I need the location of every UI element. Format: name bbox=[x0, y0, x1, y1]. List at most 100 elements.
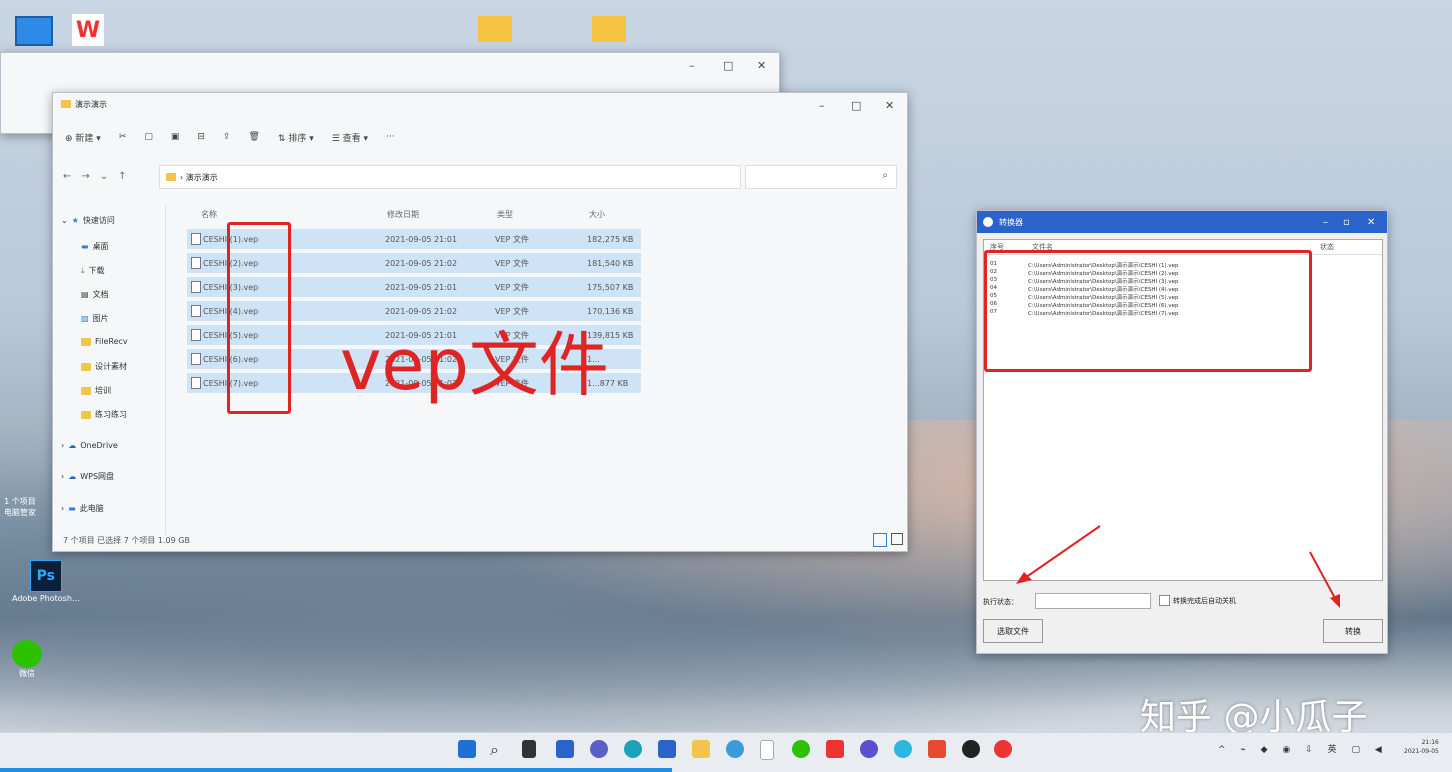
more-button[interactable]: ··· bbox=[386, 132, 395, 142]
maximize-icon[interactable]: ▫ bbox=[1343, 217, 1350, 228]
column-date[interactable]: 修改日期 bbox=[387, 209, 419, 220]
address-bar[interactable]: › 演示演示 ⌄ ↻ bbox=[159, 165, 780, 189]
cut-icon[interactable]: ✂ bbox=[119, 132, 127, 142]
address-path: › 演示演示 bbox=[180, 172, 218, 182]
sidebar-item-documents[interactable]: ▤ 文档 bbox=[81, 289, 109, 300]
close-icon[interactable]: ✕ bbox=[757, 59, 766, 72]
app-icon[interactable] bbox=[726, 740, 744, 758]
file-date: 2021-09-05 21:02 bbox=[385, 306, 458, 316]
document-icon[interactable] bbox=[760, 740, 774, 760]
progress-bar bbox=[0, 768, 672, 772]
maximize-icon[interactable]: □ bbox=[723, 59, 733, 72]
command-bar: ⊕ 新建 ▾ ✂ ▢ ▣ ⊟ ⇪ 🗑 ⇅ 排序 ▾ ☰ 查看 ▾ ··· bbox=[65, 127, 395, 147]
arrow-convert bbox=[1309, 551, 1340, 608]
app-icon[interactable] bbox=[928, 740, 946, 758]
star-icon: ★ bbox=[71, 216, 79, 225]
folder-icon bbox=[166, 173, 176, 181]
sidebar-item-training[interactable]: 培训 bbox=[81, 385, 111, 396]
folder-icon[interactable] bbox=[478, 16, 512, 42]
close-icon[interactable]: ✕ bbox=[1367, 217, 1375, 228]
photoshop-icon[interactable]: Ps Adobe Photosh... bbox=[12, 560, 80, 603]
file-type: VEP 文件 bbox=[495, 306, 529, 316]
sidebar-item-downloads[interactable]: ⤓ 下载 bbox=[81, 265, 105, 276]
view-button[interactable]: ☰ 查看 ▾ bbox=[332, 131, 368, 144]
sidebar-item-wps[interactable]: › ☁ WPS网盘 bbox=[61, 471, 114, 482]
chat-icon[interactable] bbox=[590, 740, 608, 758]
app-icon[interactable] bbox=[860, 740, 878, 758]
start-icon[interactable] bbox=[458, 740, 476, 758]
convert-button[interactable]: 转换 bbox=[1323, 619, 1383, 643]
close-icon[interactable]: ✕ bbox=[885, 99, 894, 112]
folder-icon bbox=[81, 337, 91, 346]
window-title: 演示演示 bbox=[75, 99, 107, 109]
new-button[interactable]: ⊕ 新建 ▾ bbox=[65, 131, 101, 144]
highlight-box-file-list bbox=[984, 250, 1312, 372]
search-input[interactable]: ⌕ bbox=[745, 165, 897, 189]
sidebar-item-filerecv[interactable]: FileRecv bbox=[81, 337, 128, 346]
back-icon[interactable]: ← bbox=[63, 171, 81, 182]
column-name[interactable]: 名称 bbox=[201, 209, 217, 220]
sidebar-item-this-pc[interactable]: › ▬ 此电脑 bbox=[61, 503, 104, 514]
delete-icon[interactable]: 🗑 bbox=[248, 132, 259, 142]
task-view-icon[interactable] bbox=[522, 740, 536, 758]
sidebar-item-onedrive[interactable]: › ☁ OneDrive bbox=[61, 441, 118, 450]
file-explorer-icon[interactable] bbox=[692, 740, 710, 758]
sidebar-item-desktop[interactable]: ▬ 桌面 bbox=[81, 241, 109, 252]
sidebar-item-design[interactable]: 设计素材 bbox=[81, 361, 127, 372]
desktop-monitor-icon[interactable] bbox=[15, 16, 53, 46]
chevron-right-icon: › bbox=[61, 472, 65, 481]
folder-icon[interactable] bbox=[592, 16, 626, 42]
maximize-icon[interactable]: □ bbox=[851, 99, 861, 112]
sidebar-item-pictures[interactable]: ▨ 图片 bbox=[81, 313, 109, 324]
select-files-button[interactable]: 选取文件 bbox=[983, 619, 1043, 643]
widgets-icon[interactable] bbox=[556, 740, 574, 758]
paste-icon[interactable]: ▣ bbox=[171, 132, 180, 142]
file-explorer-window[interactable]: 演示演示 – □ ✕ ⊕ 新建 ▾ ✂ ▢ ▣ ⊟ ⇪ 🗑 ⇅ 排序 ▾ ☰ 查… bbox=[52, 92, 908, 552]
file-type: VEP 文件 bbox=[495, 282, 529, 292]
store-icon[interactable] bbox=[658, 740, 676, 758]
file-icon bbox=[191, 353, 201, 365]
file-icon bbox=[191, 377, 201, 389]
column-type[interactable]: 类型 bbox=[497, 209, 513, 220]
minimize-icon[interactable]: – bbox=[819, 99, 825, 112]
app-icon[interactable] bbox=[792, 740, 810, 758]
picture-icon: ▨ bbox=[81, 314, 89, 323]
system-tray[interactable]: ^ ⌁ ◆ ◉ ⇩ 英 ▢ ◀ bbox=[1218, 742, 1388, 755]
chevron-right-icon: › bbox=[61, 441, 65, 450]
file-icon bbox=[191, 233, 201, 245]
search-icon: ⌕ bbox=[882, 170, 888, 181]
checkbox-box[interactable] bbox=[1159, 595, 1170, 606]
clock[interactable]: 21:16 2021-09-05 bbox=[1404, 738, 1439, 756]
edge-icon[interactable] bbox=[624, 740, 642, 758]
download-icon: ⤓ bbox=[81, 265, 85, 275]
wechat-icon[interactable]: 微信 bbox=[12, 640, 42, 679]
column-size[interactable]: 大小 bbox=[589, 209, 605, 220]
search-icon[interactable]: ⌕ bbox=[490, 740, 508, 759]
forward-icon[interactable]: → bbox=[81, 171, 99, 182]
sidebar-item-quick-access[interactable]: ⌄ ★ 快速访问 bbox=[61, 215, 115, 226]
shutdown-checkbox[interactable]: 转换完成后自动关机 bbox=[1159, 595, 1236, 606]
up-icon[interactable]: ↑ bbox=[118, 171, 136, 182]
tiles-view-icon[interactable] bbox=[891, 533, 903, 545]
file-date: 2021-09-05 21:01 bbox=[385, 282, 458, 292]
document-icon: ▤ bbox=[81, 290, 89, 299]
recent-icon[interactable]: ⌄ bbox=[100, 171, 118, 182]
wps-icon[interactable]: W bbox=[72, 14, 104, 46]
sidebar-item-practice[interactable]: 练习练习 bbox=[81, 409, 127, 420]
rename-icon[interactable]: ⊟ bbox=[197, 132, 205, 142]
sort-button[interactable]: ⇅ 排序 ▾ bbox=[278, 131, 314, 144]
chevron-down-icon: ⌄ bbox=[61, 216, 68, 225]
minimize-icon[interactable]: – bbox=[1323, 217, 1328, 228]
app-icon[interactable] bbox=[962, 740, 980, 758]
share-icon[interactable]: ⇪ bbox=[223, 132, 231, 142]
file-type: VEP 文件 bbox=[495, 234, 529, 244]
title-bar: 转换器 – ▫ ✕ bbox=[977, 211, 1387, 233]
details-view-icon[interactable] bbox=[873, 533, 887, 547]
copy-icon[interactable]: ▢ bbox=[144, 132, 153, 142]
annotation-text: vep文件 bbox=[340, 324, 609, 406]
wps-icon[interactable] bbox=[826, 740, 844, 758]
file-date: 2021-09-05 21:01 bbox=[385, 234, 458, 244]
app-icon[interactable] bbox=[894, 740, 912, 758]
app-icon[interactable] bbox=[994, 740, 1012, 758]
minimize-icon[interactable]: – bbox=[689, 59, 695, 72]
